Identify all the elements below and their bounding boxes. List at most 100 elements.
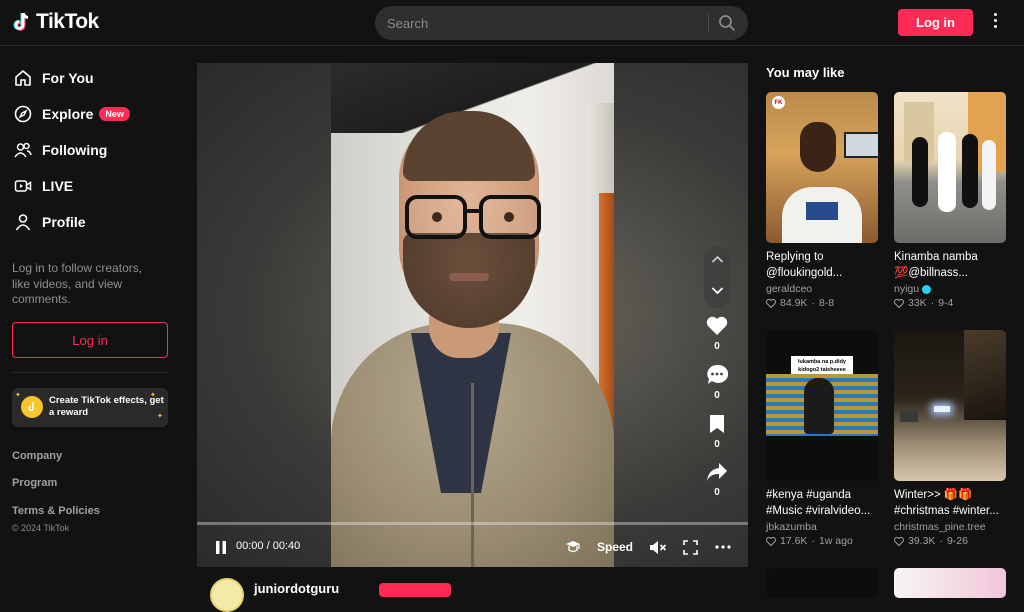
- sidebar-item-live[interactable]: LIVE: [14, 174, 73, 198]
- sidebar-item-explore[interactable]: Explore New: [14, 102, 130, 126]
- share-button[interactable]: 0: [702, 462, 732, 498]
- mute-icon[interactable]: [649, 540, 667, 555]
- video-frame: [331, 63, 614, 567]
- like-count: 39.3K: [908, 535, 936, 547]
- card-author-name: jbkazumba: [766, 521, 817, 533]
- follow-button[interactable]: [379, 583, 451, 597]
- users-icon: [14, 142, 32, 158]
- search-divider: [708, 13, 709, 33]
- effects-label: Create TikTok effects, get a reward: [49, 395, 164, 418]
- recommendations-title: You may like: [766, 65, 845, 80]
- fullscreen-icon[interactable]: [683, 540, 698, 555]
- thumbnail-caption: lukamba na p,didy kidogo2 taisheeee: [791, 356, 853, 376]
- login-button[interactable]: Log in: [898, 9, 973, 36]
- video-thumbnail[interactable]: [894, 330, 1006, 481]
- sidebar-item-profile[interactable]: Profile: [14, 210, 86, 234]
- card-author-name: christmas_pine.tree: [894, 521, 986, 533]
- heart-outline-icon: [894, 298, 904, 308]
- card-author-name: geraldceo: [766, 283, 813, 295]
- create-effects-banner[interactable]: ✦ ✦ ✦ Create TikTok effects, get a rewar…: [12, 388, 168, 427]
- post-date: 8-8: [818, 297, 835, 309]
- tiktok-logo[interactable]: TikTok: [12, 10, 99, 34]
- card-caption[interactable]: #kenya #uganda #Music #viralvideo...: [766, 487, 878, 519]
- login-hint-text: Log in to follow creators, like videos, …: [12, 261, 143, 306]
- post-date: 9-4: [938, 297, 954, 309]
- chevron-down-icon[interactable]: [711, 286, 724, 295]
- like-count: 0: [714, 341, 720, 352]
- footer-link-terms[interactable]: Terms & Policies: [12, 505, 100, 517]
- card-author[interactable]: geraldceo: [766, 283, 878, 295]
- video-thumbnail[interactable]: [766, 568, 878, 598]
- card-author[interactable]: nyigu: [894, 283, 1006, 295]
- video-time: 00:00 / 00:40: [236, 540, 301, 552]
- recommendation-card[interactable]: FK Replying to @floukingold... geraldceo…: [766, 92, 878, 309]
- card-stats: 17.6K · 1w ago: [766, 535, 878, 547]
- card-author[interactable]: jbkazumba: [766, 521, 878, 533]
- comment-button[interactable]: 0: [702, 364, 732, 401]
- heart-icon: [706, 316, 728, 335]
- video-thumbnail[interactable]: FK: [766, 92, 878, 243]
- sparkle-icon: ✦: [15, 392, 21, 399]
- sidebar-divider: [12, 372, 168, 373]
- sidebar-item-following[interactable]: Following: [14, 138, 107, 162]
- verified-icon: [922, 284, 932, 294]
- heart-outline-icon: [766, 298, 776, 308]
- user-icon: [15, 214, 31, 231]
- video-navigation: [704, 246, 731, 308]
- card-author[interactable]: christmas_pine.tree: [894, 521, 1006, 533]
- tiktok-logo-icon: [13, 12, 29, 31]
- like-button[interactable]: 0: [702, 316, 732, 352]
- sidebar-item-label: Profile: [42, 214, 86, 230]
- chevron-up-icon[interactable]: [711, 255, 724, 264]
- live-icon: [14, 180, 32, 192]
- effect-house-icon: [21, 396, 43, 418]
- card-caption[interactable]: Kinamba namba 💯@billnass...: [894, 249, 1006, 281]
- post-date: 1w ago: [818, 535, 853, 547]
- top-bar: TikTok Log in: [0, 0, 1024, 46]
- post-date: 9-26: [946, 535, 968, 547]
- more-options-icon[interactable]: [990, 13, 1000, 33]
- card-stats: 84.9K · 8-8: [766, 297, 878, 309]
- comment-icon: [707, 364, 728, 384]
- creator-badge: FK: [772, 96, 785, 109]
- comment-count: 0: [714, 390, 720, 401]
- logo-text: TikTok: [36, 10, 99, 33]
- video-thumbnail[interactable]: lukamba na p,didy kidogo2 taisheeee: [766, 330, 878, 481]
- bookmark-button[interactable]: 0: [702, 414, 732, 450]
- card-caption[interactable]: Replying to @floukingold...: [766, 249, 878, 281]
- avatar[interactable]: [210, 578, 244, 612]
- video-progress-bar[interactable]: [197, 522, 748, 525]
- recommendation-card[interactable]: Kinamba namba 💯@billnass... nyigu 33K · …: [894, 92, 1006, 309]
- video-thumbnail[interactable]: [894, 92, 1006, 243]
- sidebar-item-label: For You: [42, 70, 94, 86]
- author-name[interactable]: juniordotguru: [254, 581, 339, 596]
- share-count: 0: [714, 487, 720, 498]
- pause-icon[interactable]: [214, 540, 228, 555]
- compass-icon: [14, 105, 32, 123]
- sidebar: For You Explore New Following LIVE Profi…: [0, 46, 180, 590]
- graduation-cap-icon[interactable]: [565, 539, 581, 555]
- sidebar-item-label: Explore: [42, 106, 94, 122]
- recommendation-card[interactable]: Winter>> 🎁🎁 #christmas #winter... christ…: [894, 330, 1006, 547]
- sidebar-login-button[interactable]: Log in: [12, 322, 168, 358]
- video-player[interactable]: 0 0 0 0 00:00 / 00:40 Speed: [197, 63, 748, 567]
- recommendation-card[interactable]: lukamba na p,didy kidogo2 taisheeee #ken…: [766, 330, 878, 547]
- more-options-icon[interactable]: [715, 545, 731, 549]
- bookmark-count: 0: [714, 439, 720, 450]
- copyright-text: © 2024 TikTok: [12, 523, 70, 533]
- sidebar-item-label: LIVE: [42, 178, 74, 194]
- like-count: 84.9K: [780, 297, 808, 309]
- sidebar-item-for-you[interactable]: For You: [14, 66, 94, 90]
- footer-link-program[interactable]: Program: [12, 477, 57, 489]
- sidebar-item-label: Following: [42, 142, 108, 158]
- video-thumbnail[interactable]: [894, 568, 1006, 598]
- card-author-name: nyigu: [894, 283, 920, 295]
- new-badge: New: [99, 107, 130, 121]
- search-input[interactable]: [387, 15, 702, 31]
- card-stats: 39.3K · 9-26: [894, 535, 1006, 547]
- footer-link-company[interactable]: Company: [12, 450, 62, 462]
- search-icon[interactable]: [718, 14, 736, 32]
- heart-outline-icon: [894, 536, 904, 546]
- speed-button[interactable]: Speed: [597, 540, 633, 554]
- card-caption[interactable]: Winter>> 🎁🎁 #christmas #winter...: [894, 487, 1006, 519]
